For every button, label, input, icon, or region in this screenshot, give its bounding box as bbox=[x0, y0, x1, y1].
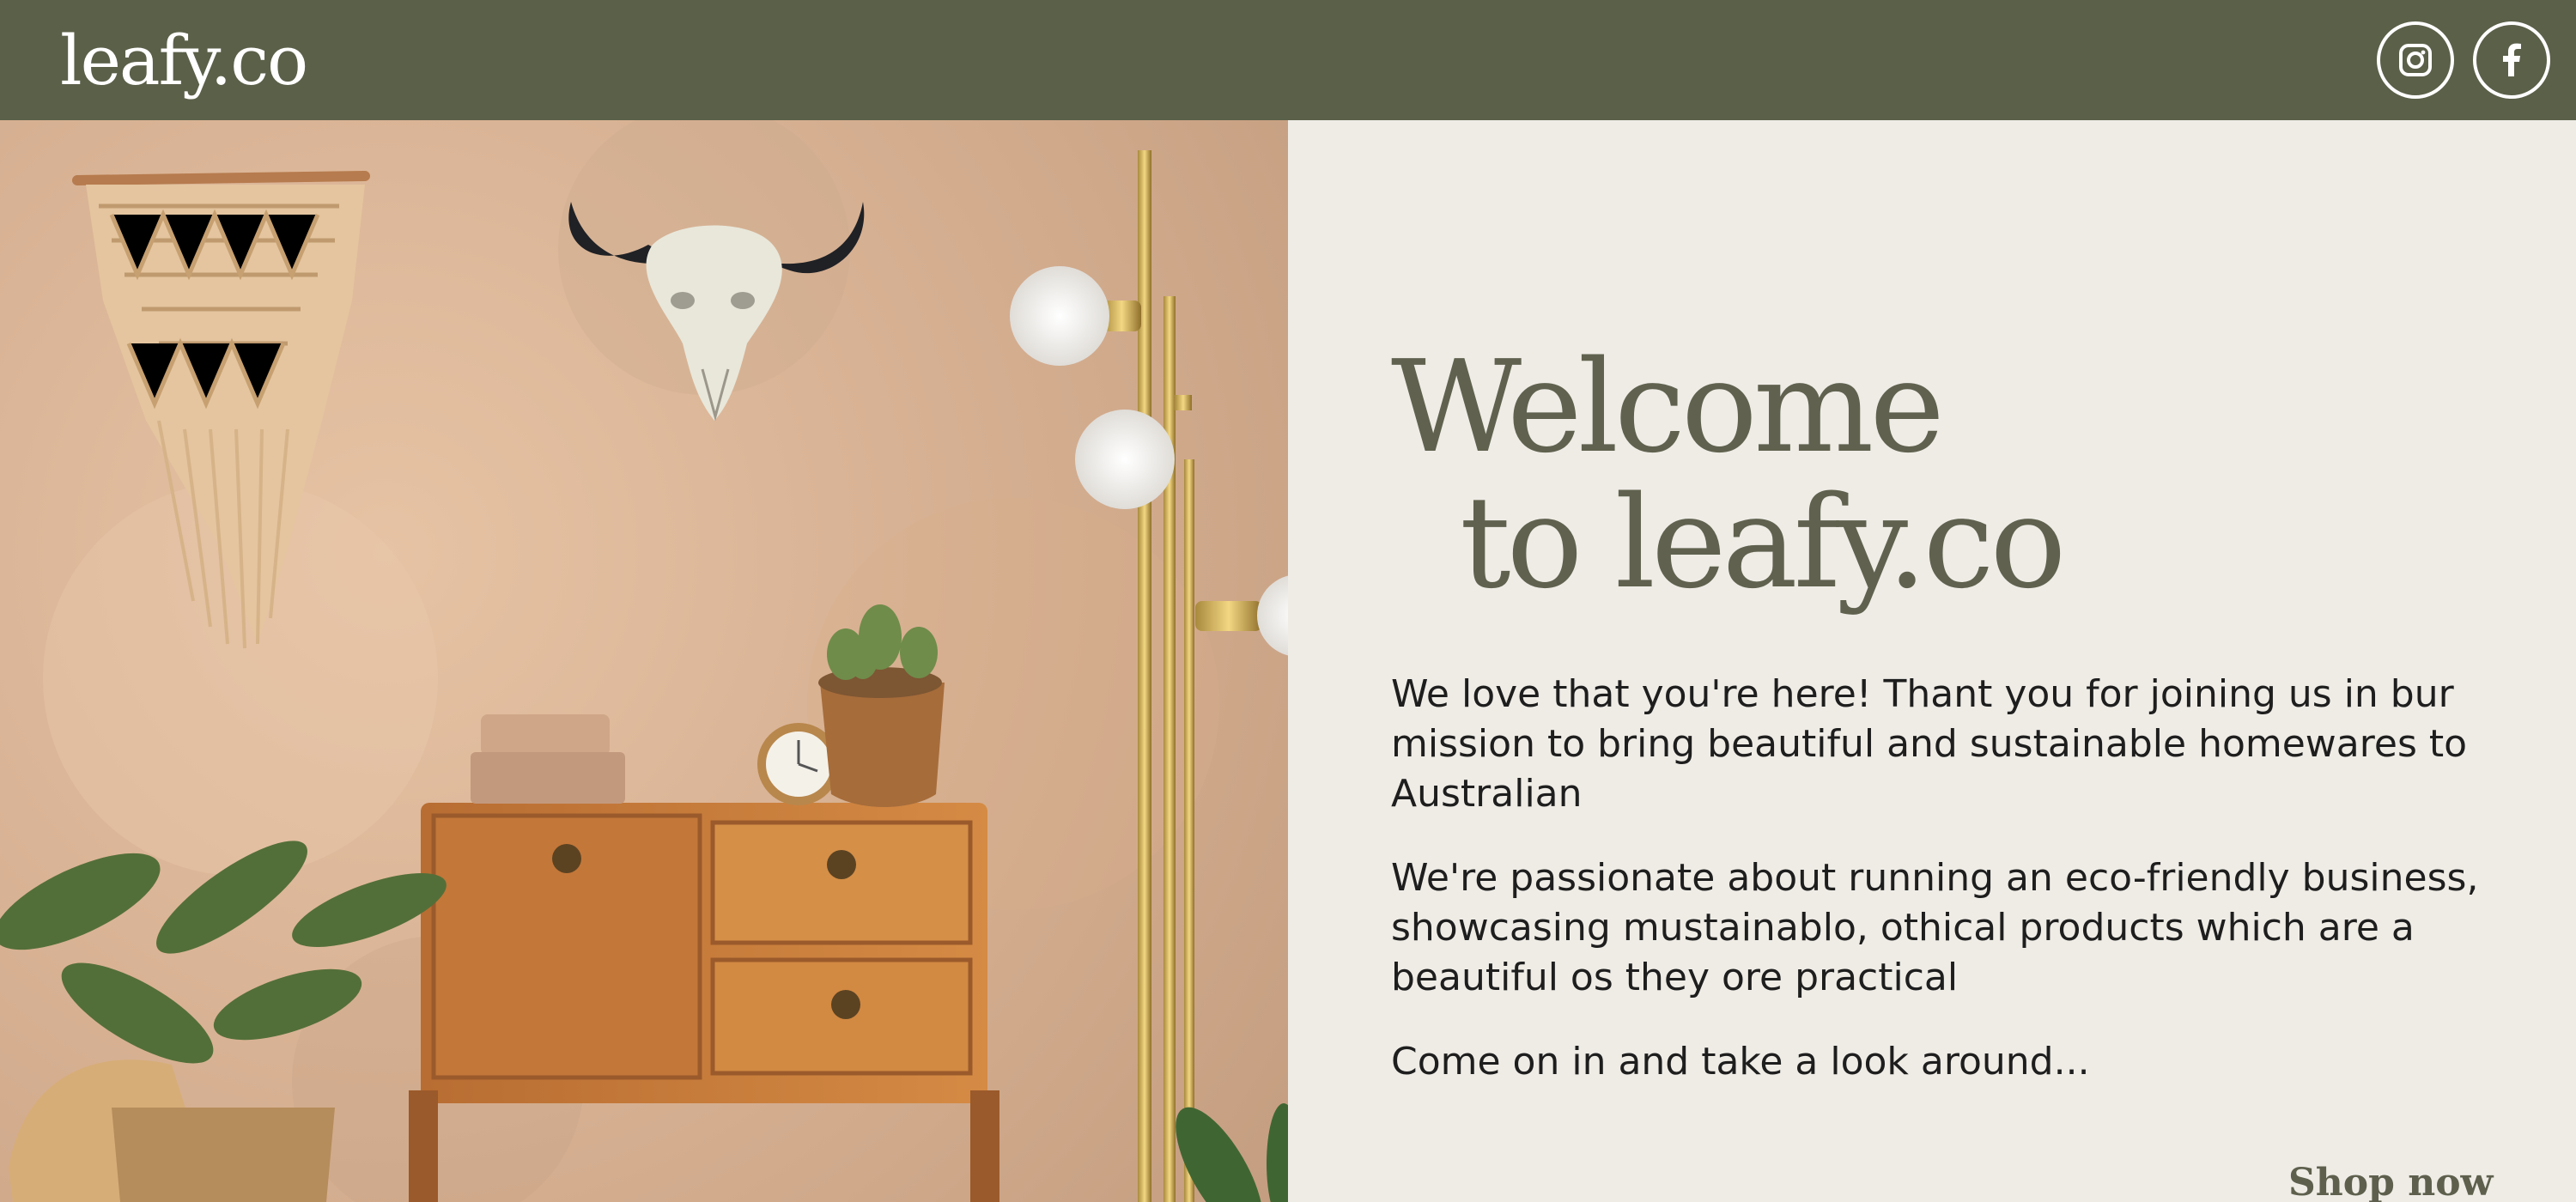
mission-paragraph: We're passionate about running an eco-fr… bbox=[1391, 856, 2479, 999]
intro-paragraph: We love that you're here! Thant you for … bbox=[1391, 672, 2468, 816]
facebook-icon bbox=[2503, 43, 2521, 76]
shop-now-link[interactable]: Shop now bbox=[2288, 1161, 2493, 1202]
headline-line-2: to leafy.co bbox=[1460, 469, 2067, 616]
facebook-link[interactable] bbox=[2473, 21, 2550, 99]
site-header: leafy.co bbox=[0, 0, 2576, 120]
hero-photo bbox=[0, 120, 1288, 1202]
brand-logo[interactable]: leafy.co bbox=[60, 21, 308, 100]
interior-illustration bbox=[0, 120, 1288, 1202]
instagram-link[interactable] bbox=[2377, 21, 2454, 99]
invite-paragraph: Come on in and take a look around... bbox=[1391, 1040, 2090, 1084]
instagram-icon bbox=[2399, 44, 2432, 76]
welcome-headline: Welcome to leafy.co bbox=[1391, 339, 2067, 616]
headline-line-1: Welcome bbox=[1391, 333, 1945, 481]
sideboard-decor bbox=[471, 604, 945, 807]
social-links bbox=[2377, 21, 2550, 99]
welcome-copy: We love that you're here! Thant you for … bbox=[1391, 670, 2507, 1121]
welcome-panel: Welcome to leafy.co We love that you're … bbox=[1288, 120, 2576, 1202]
